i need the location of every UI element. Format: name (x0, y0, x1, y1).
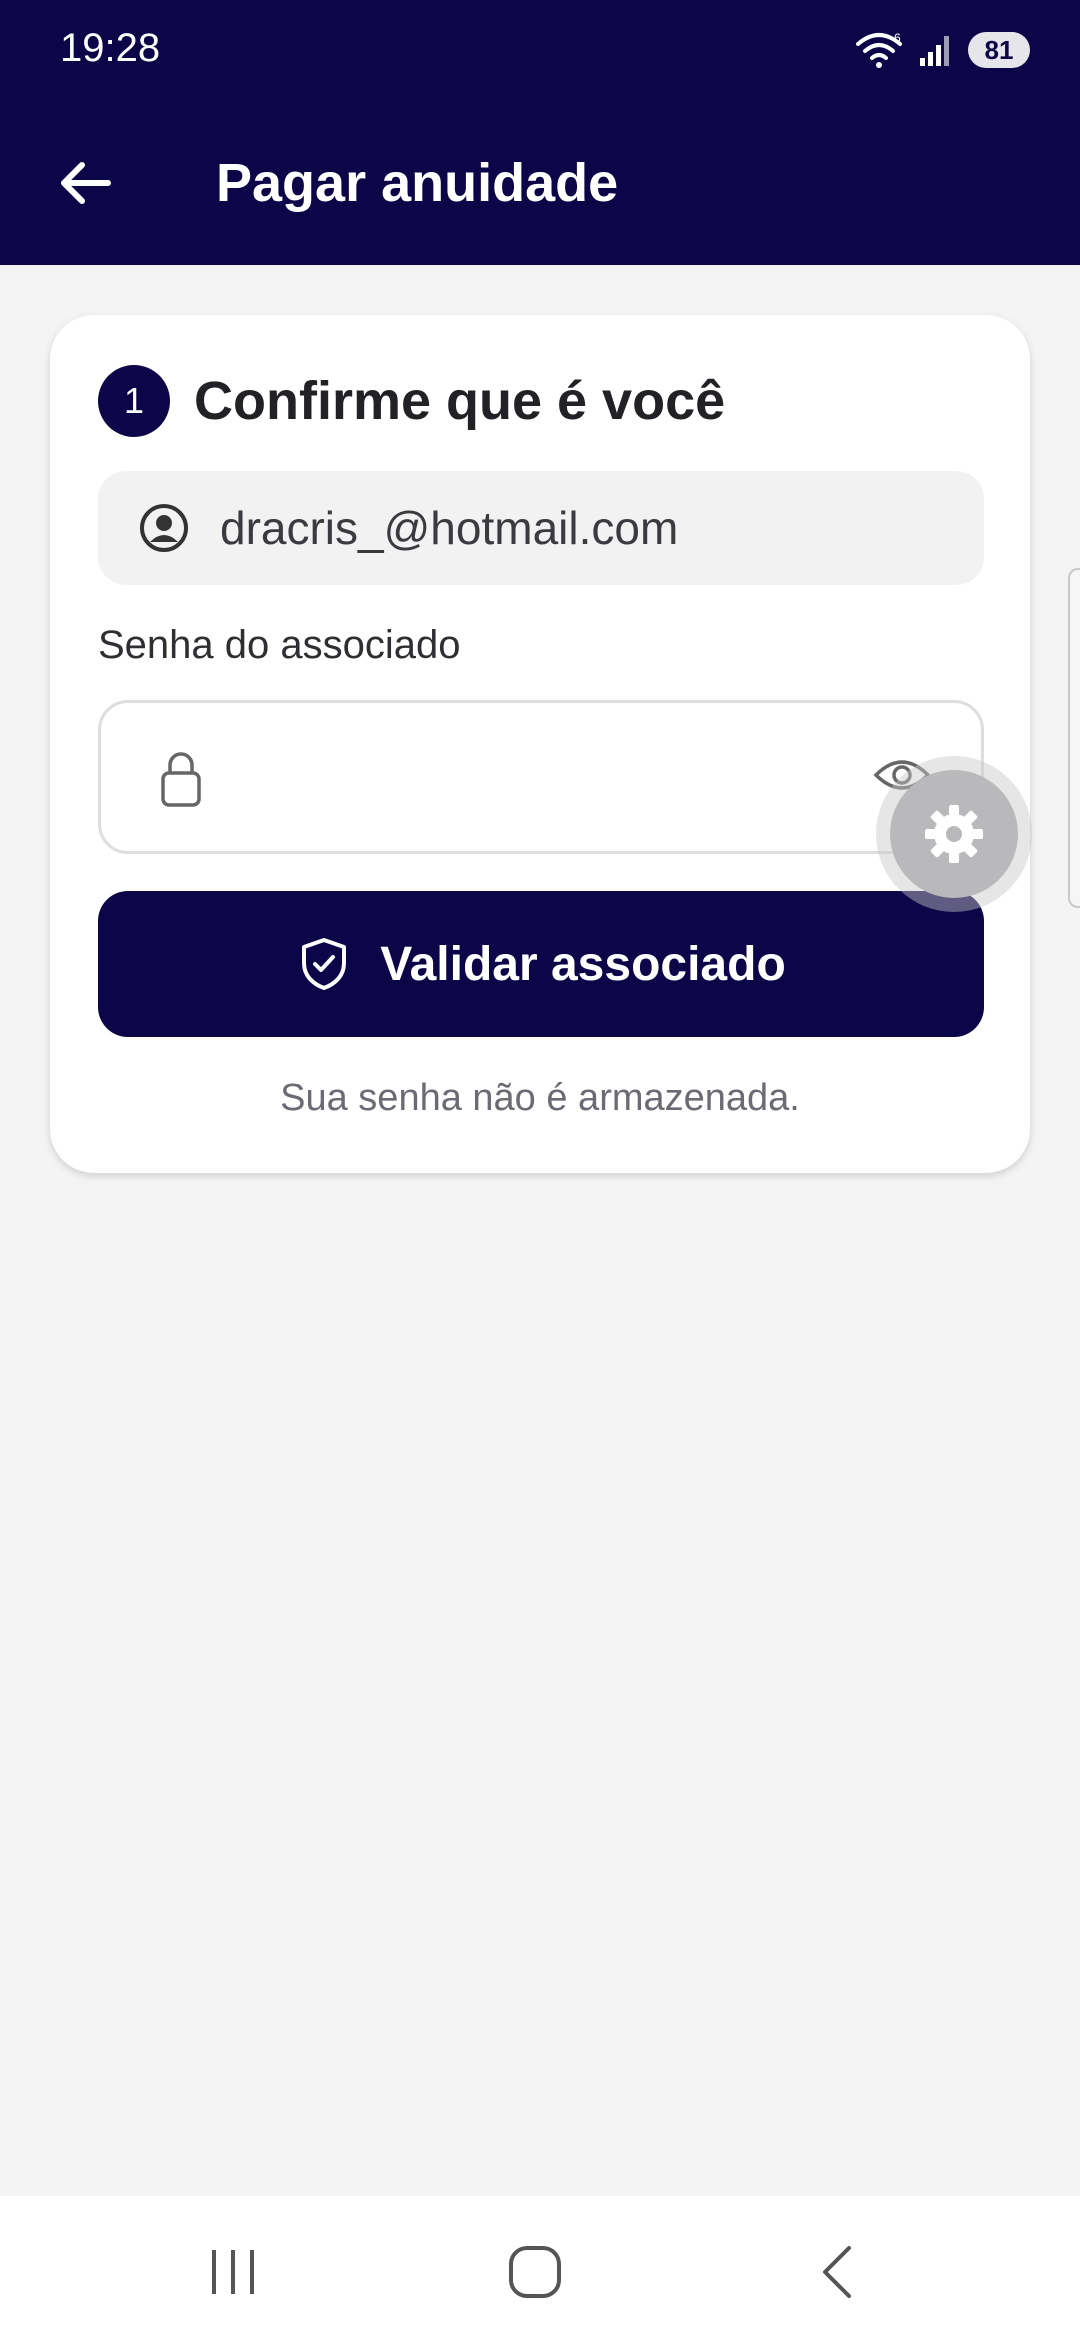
gear-icon (925, 805, 983, 863)
password-note: Sua senha não é armazenada. (280, 1077, 800, 1119)
signal-icon (920, 36, 949, 66)
recent-apps-icon (212, 2250, 254, 2294)
step-header: 1 Confirme que é você (98, 365, 725, 437)
status-icons: 6 81 (854, 26, 1030, 74)
password-field[interactable] (98, 700, 984, 854)
validate-button-label: Validar associado (380, 937, 786, 991)
step-badge: 1 (98, 365, 170, 437)
battery-icon: 81 (968, 32, 1030, 68)
home-icon (509, 2246, 561, 2298)
page-title: Pagar anuidade (216, 153, 619, 213)
status-time: 19:28 (60, 26, 161, 70)
edge-panel-handle[interactable] (1068, 568, 1080, 908)
email-display: dracris_@hotmail.com (98, 471, 984, 585)
settings-fab[interactable] (890, 770, 1018, 898)
home-button[interactable] (485, 2232, 585, 2312)
recent-apps-button[interactable] (183, 2232, 283, 2312)
system-navigation-bar (0, 2196, 1080, 2340)
arrow-left-icon (61, 162, 111, 204)
email-text: dracris_@hotmail.com (220, 502, 679, 554)
password-label: Senha do associado (98, 623, 461, 667)
user-circle-icon (140, 504, 188, 552)
validate-button[interactable]: Validar associado (98, 891, 984, 1037)
step-title: Confirme que é você (194, 371, 726, 431)
password-input[interactable] (231, 723, 881, 833)
shield-check-icon (302, 938, 347, 990)
lock-icon (161, 752, 201, 807)
system-back-button[interactable] (787, 2232, 887, 2312)
confirm-identity-card: 1 Confirme que é você dracris_@hotmail.c… (50, 315, 1030, 1173)
svg-text:6: 6 (894, 31, 901, 45)
screen: 19:28 6 81 Pagar anuidade 1 Confirme que… (0, 0, 1080, 2340)
back-button[interactable] (50, 148, 120, 218)
battery-level: 81 (984, 34, 1014, 65)
back-icon (823, 2246, 851, 2298)
wifi-icon: 6 (856, 31, 902, 68)
app-header: 19:28 6 81 Pagar anuidade (0, 0, 1080, 265)
floating-settings-button[interactable] (876, 756, 1032, 912)
